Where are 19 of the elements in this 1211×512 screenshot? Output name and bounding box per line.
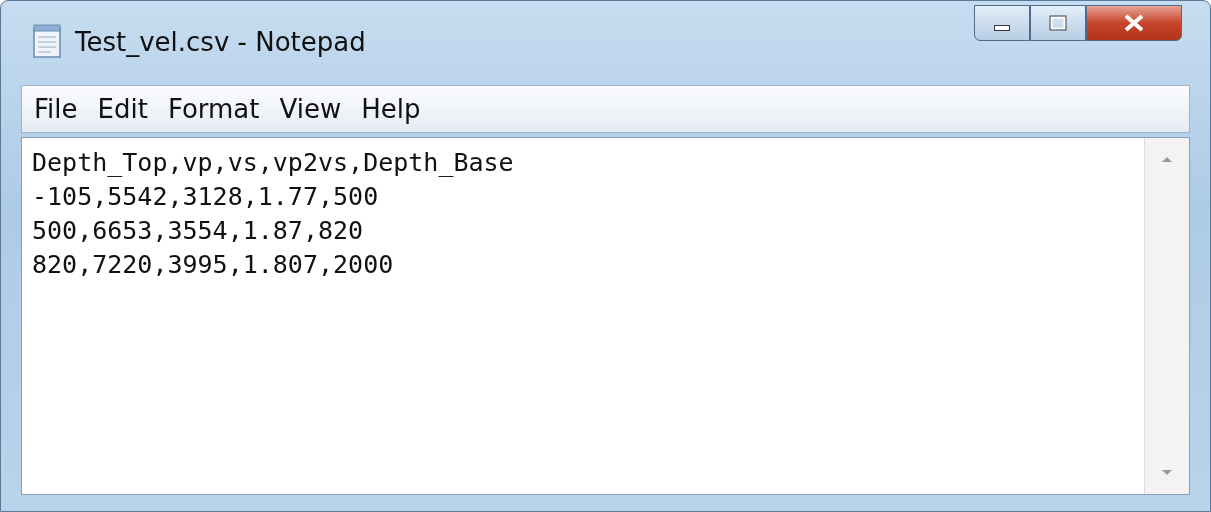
menu-item[interactable]: File [34, 94, 78, 124]
close-button[interactable] [1086, 5, 1182, 41]
text-line: Depth_Top,vp,vs,vp2vs,Depth_Base [32, 147, 515, 179]
maximize-button[interactable] [1030, 5, 1086, 41]
menu-item[interactable]: Help [361, 94, 421, 124]
text-line: 500,6653,3554,1.87,820 [32, 215, 365, 247]
scroll-up-icon[interactable] [1160, 154, 1174, 164]
menu-item[interactable]: Format [167, 94, 260, 124]
minimize-button[interactable] [974, 5, 1030, 41]
menu-item[interactable]: Edit [97, 94, 148, 124]
window-title: Test_vel.csv - Notepad [75, 27, 366, 57]
scroll-down-icon[interactable] [1160, 468, 1174, 478]
minimize-icon [994, 25, 1010, 31]
menu-item[interactable]: View [279, 94, 342, 124]
close-icon [1123, 14, 1145, 32]
text-line: 820,7220,3995,1.807,2000 [32, 249, 395, 281]
vertical-scrollbar[interactable] [1144, 138, 1189, 494]
text-line: -105,5542,3128,1.77,500 [32, 181, 380, 213]
maximize-icon [1049, 15, 1067, 31]
